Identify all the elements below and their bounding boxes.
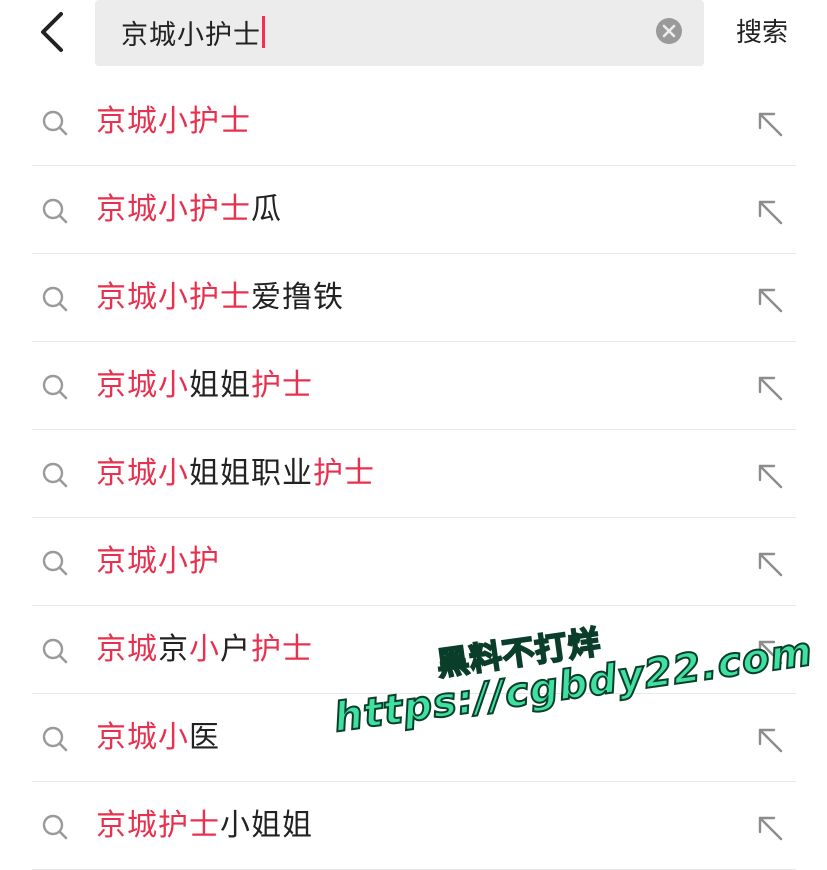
search-icon [42, 198, 68, 224]
matched-text: 小 [189, 632, 220, 667]
search-icon [42, 462, 68, 488]
suggestion-text: 京城小医 [96, 718, 220, 758]
matched-text: 京城小护士 [96, 192, 251, 227]
suggestion-text-part: 瓜 [251, 192, 282, 227]
suggestion-text: 京城京小户护士 [96, 630, 313, 670]
fill-query-arrow-icon[interactable] [754, 108, 786, 140]
suggestion-row[interactable]: 京城小姐姐职业护士 [0, 430, 827, 518]
search-icon [42, 110, 68, 136]
suggestion-list: 京城小护士 京城小护士瓜 京城小护士爱撸铁 京城小姐姐护士 京城小姐姐职业护士 京城小护京… [0, 78, 827, 870]
clear-button[interactable] [655, 17, 683, 45]
search-box[interactable]: 京城小护士 [95, 0, 704, 66]
matched-text: 京城护士 [96, 808, 220, 843]
matched-text: 护士 [251, 368, 313, 403]
suggestion-row[interactable]: 京城小姐姐护士 [0, 342, 827, 430]
suggestion-text-part: 姐姐 [189, 368, 251, 403]
matched-text: 京城小 [96, 456, 189, 491]
search-query-text: 京城小护士 [121, 19, 261, 51]
suggestion-text: 京城小护士 [96, 102, 251, 142]
text-caret [262, 16, 265, 48]
suggestion-text: 京城小姐姐职业护士 [96, 454, 375, 494]
search-icon [42, 638, 68, 664]
fill-query-arrow-icon[interactable] [754, 284, 786, 316]
fill-query-arrow-icon[interactable] [754, 812, 786, 844]
fill-query-arrow-icon[interactable] [754, 460, 786, 492]
matched-text: 护士 [251, 632, 313, 667]
suggestion-text: 京城小护士瓜 [96, 190, 282, 230]
suggestion-text: 京城小姐姐护士 [96, 366, 313, 406]
matched-text: 京城小 [96, 720, 189, 755]
fill-query-arrow-icon[interactable] [754, 548, 786, 580]
suggestion-row[interactable]: 京城小护 [0, 518, 827, 606]
fill-query-arrow-icon[interactable] [754, 724, 786, 756]
suggestion-text-part: 爱撸铁 [251, 280, 344, 315]
search-icon [42, 550, 68, 576]
suggestion-row[interactable]: 京城小医 [0, 694, 827, 782]
matched-text: 护士 [313, 456, 375, 491]
suggestion-row[interactable]: 京城小护士瓜 [0, 166, 827, 254]
search-header: 京城小护士 搜索 [0, 0, 827, 76]
matched-text: 京城小护士 [96, 280, 251, 315]
back-button[interactable] [26, 6, 78, 58]
suggestion-text-part: 医 [189, 720, 220, 755]
search-input[interactable]: 京城小护士 [121, 12, 265, 52]
suggestion-row[interactable]: 京城小护士 [0, 78, 827, 166]
search-icon [42, 374, 68, 400]
fill-query-arrow-icon[interactable] [754, 636, 786, 668]
suggestion-row[interactable]: 京城护士小姐姐 [0, 782, 827, 870]
suggestion-text: 京城小护 [96, 542, 220, 582]
fill-query-arrow-icon[interactable] [754, 196, 786, 228]
matched-text: 京城小护 [96, 544, 220, 579]
suggestion-text-part: 京 [158, 632, 189, 667]
search-button[interactable]: 搜索 [736, 12, 788, 49]
suggestion-text: 京城护士小姐姐 [96, 806, 313, 846]
search-icon [42, 726, 68, 752]
matched-text: 京城 [96, 632, 158, 667]
matched-text: 京城小护士 [96, 104, 251, 139]
fill-query-arrow-icon[interactable] [754, 372, 786, 404]
suggestion-text-part: 小姐姐 [220, 808, 313, 843]
search-icon [42, 814, 68, 840]
suggestion-text-part: 姐姐职业 [189, 456, 313, 491]
chevron-left-icon [41, 12, 63, 52]
clear-circle-icon [656, 18, 682, 44]
suggestion-row[interactable]: 京城小护士爱撸铁 [0, 254, 827, 342]
suggestion-text-part: 户 [220, 632, 251, 667]
matched-text: 京城小 [96, 368, 189, 403]
suggestion-text: 京城小护士爱撸铁 [96, 278, 344, 318]
search-icon [42, 286, 68, 312]
suggestion-row[interactable]: 京城京小户护士 [0, 606, 827, 694]
